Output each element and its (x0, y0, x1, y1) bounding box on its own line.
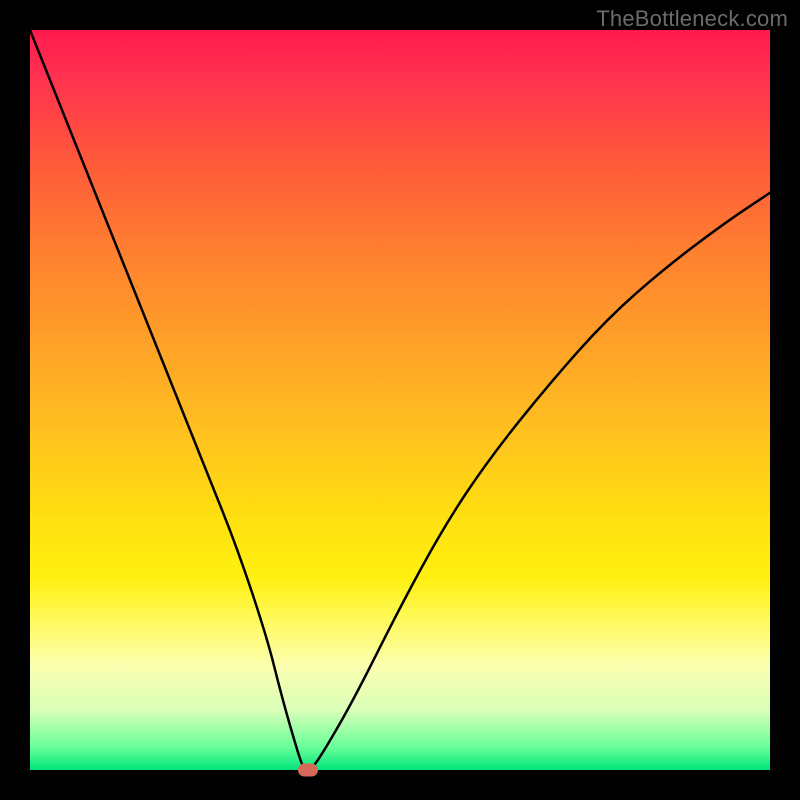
watermark-text: TheBottleneck.com (596, 6, 788, 32)
curve-svg (30, 30, 770, 770)
bottleneck-curve-path (30, 30, 770, 770)
plot-area (30, 30, 770, 770)
optimal-point-marker (298, 764, 318, 777)
chart-frame: TheBottleneck.com (0, 0, 800, 800)
